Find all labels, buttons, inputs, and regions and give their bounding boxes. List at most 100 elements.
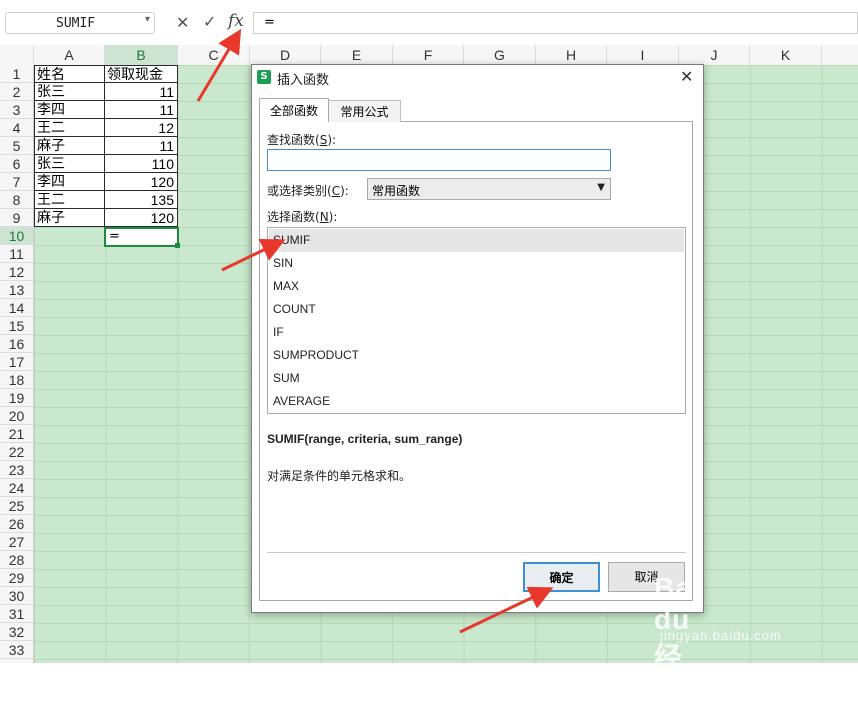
cell-a9[interactable]: 麻子 — [34, 209, 105, 227]
row-header-16[interactable]: 16 — [0, 335, 33, 353]
column-header-i[interactable]: I — [607, 45, 679, 65]
tab-all-functions[interactable]: 全部函数 — [259, 98, 329, 122]
name-box-value: SUMIF — [56, 16, 96, 31]
row-header-18[interactable]: 18 — [0, 371, 33, 389]
cancel-icon[interactable]: ✕ — [176, 13, 189, 32]
row-header-24[interactable]: 24 — [0, 479, 33, 497]
category-label-end: ): — [340, 184, 349, 198]
cell-b6[interactable]: 110 — [105, 155, 178, 173]
column-header-k[interactable]: K — [750, 45, 822, 65]
function-item-sumproduct[interactable]: SUMPRODUCT — [269, 344, 684, 367]
cell-a4[interactable]: 王二 — [34, 119, 105, 137]
list-label-text: 选择函数( — [267, 210, 320, 224]
row-header-2[interactable]: 2 — [0, 83, 33, 101]
row-header-28[interactable]: 28 — [0, 551, 33, 569]
chevron-down-icon[interactable]: ▼ — [597, 182, 605, 193]
watermark-logo-text: Bai du 经验 — [654, 572, 701, 713]
column-header-c[interactable]: C — [178, 45, 250, 65]
cell-b1[interactable]: 领取现金 — [105, 65, 178, 83]
function-item-average[interactable]: AVERAGE — [269, 390, 684, 413]
column-header-e[interactable]: E — [321, 45, 393, 65]
function-item-sum[interactable]: SUM — [269, 367, 684, 390]
function-list[interactable]: SUMIF SIN MAX COUNT IF SUMPRODUCT SUM AVERAGE — [267, 227, 686, 414]
row-header-8[interactable]: 8 — [0, 191, 33, 209]
row-header-22[interactable]: 22 — [0, 443, 33, 461]
function-item-count[interactable]: COUNT — [269, 298, 684, 321]
column-header-a[interactable]: A — [34, 45, 105, 65]
row-header-1[interactable]: 1 — [0, 65, 33, 83]
cell-b9[interactable]: 120 — [105, 209, 178, 227]
fill-handle[interactable] — [175, 243, 180, 248]
function-item-sin[interactable]: SIN — [269, 252, 684, 275]
check-icon[interactable]: ✓ — [203, 12, 216, 31]
row-header-25[interactable]: 25 — [0, 497, 33, 515]
row-header-4[interactable]: 4 — [0, 119, 33, 137]
tab-common-formulas[interactable]: 常用公式 — [329, 100, 401, 122]
column-header-g[interactable]: G — [464, 45, 536, 65]
cell-b7[interactable]: 120 — [105, 173, 178, 191]
function-item-max[interactable]: MAX — [269, 275, 684, 298]
cell-b4[interactable]: 12 — [105, 119, 178, 137]
row-header-17[interactable]: 17 — [0, 353, 33, 371]
active-cell-value: = — [109, 229, 120, 244]
row-header-5[interactable]: 5 — [0, 137, 33, 155]
column-header-f[interactable]: F — [393, 45, 464, 65]
app-logo-icon: S — [257, 70, 271, 84]
cell-b2[interactable]: 11 — [105, 83, 178, 101]
cell-a8[interactable]: 王二 — [34, 191, 105, 209]
cell-a2[interactable]: 张三 — [34, 83, 105, 101]
row-header-15[interactable]: 15 — [0, 317, 33, 335]
column-header-b[interactable]: B — [105, 45, 178, 65]
column-header-d[interactable]: D — [250, 45, 321, 65]
row-header-27[interactable]: 27 — [0, 533, 33, 551]
cell-b3[interactable]: 11 — [105, 101, 178, 119]
function-description: 对满足条件的单元格求和。 — [267, 469, 412, 483]
row-header-7[interactable]: 7 — [0, 173, 33, 191]
function-item-if[interactable]: IF — [269, 321, 684, 344]
chevron-down-icon[interactable]: ▾ — [145, 14, 150, 25]
select-all-corner[interactable] — [0, 45, 34, 65]
row-header-3[interactable]: 3 — [0, 101, 33, 119]
search-function-input[interactable] — [267, 149, 611, 171]
name-box[interactable]: SUMIF ▾ — [5, 12, 155, 34]
row-header-14[interactable]: 14 — [0, 299, 33, 317]
row-header-21[interactable]: 21 — [0, 425, 33, 443]
active-cell-b10[interactable]: = — [104, 227, 179, 247]
row-header-13[interactable]: 13 — [0, 281, 33, 299]
cell-a7[interactable]: 李四 — [34, 173, 105, 191]
row-header-11[interactable]: 11 — [0, 245, 33, 263]
category-select[interactable]: 常用函数 ▼ — [367, 178, 611, 200]
row-header-9[interactable]: 9 — [0, 209, 33, 227]
insert-function-icon[interactable]: fx — [228, 11, 244, 31]
row-header-20[interactable]: 20 — [0, 407, 33, 425]
row-header-6[interactable]: 6 — [0, 155, 33, 173]
cell-a1[interactable]: 姓名 — [34, 65, 105, 83]
row-header-10[interactable]: 10 — [0, 227, 33, 245]
row-header-33[interactable]: 33 — [0, 641, 33, 659]
row-header-19[interactable]: 19 — [0, 389, 33, 407]
row-header-32[interactable]: 32 — [0, 623, 33, 641]
row-header-12[interactable]: 12 — [0, 263, 33, 281]
cell-a5[interactable]: 麻子 — [34, 137, 105, 155]
category-value: 常用函数 — [372, 184, 421, 198]
divider — [267, 552, 686, 553]
row-header-29[interactable]: 29 — [0, 569, 33, 587]
cell-a6[interactable]: 张三 — [34, 155, 105, 173]
category-label-key: C — [331, 184, 341, 198]
column-headers: ABCDEFGHIJK — [0, 45, 858, 66]
formula-input[interactable]: = — [253, 12, 858, 34]
close-icon[interactable]: ✕ — [680, 67, 693, 86]
row-header-26[interactable]: 26 — [0, 515, 33, 533]
cell-a3[interactable]: 李四 — [34, 101, 105, 119]
cell-b8[interactable]: 135 — [105, 191, 178, 209]
row-header-23[interactable]: 23 — [0, 461, 33, 479]
column-header-h[interactable]: H — [536, 45, 607, 65]
search-label-end: ): — [327, 133, 337, 147]
column-header-j[interactable]: J — [679, 45, 750, 65]
cell-b5[interactable]: 11 — [105, 137, 178, 155]
dialog-title: 插入函数 — [277, 73, 330, 88]
ok-button[interactable]: 确定 — [523, 562, 600, 592]
function-item-sumif[interactable]: SUMIF — [269, 229, 684, 252]
row-header-31[interactable]: 31 — [0, 605, 33, 623]
row-header-30[interactable]: 30 — [0, 587, 33, 605]
